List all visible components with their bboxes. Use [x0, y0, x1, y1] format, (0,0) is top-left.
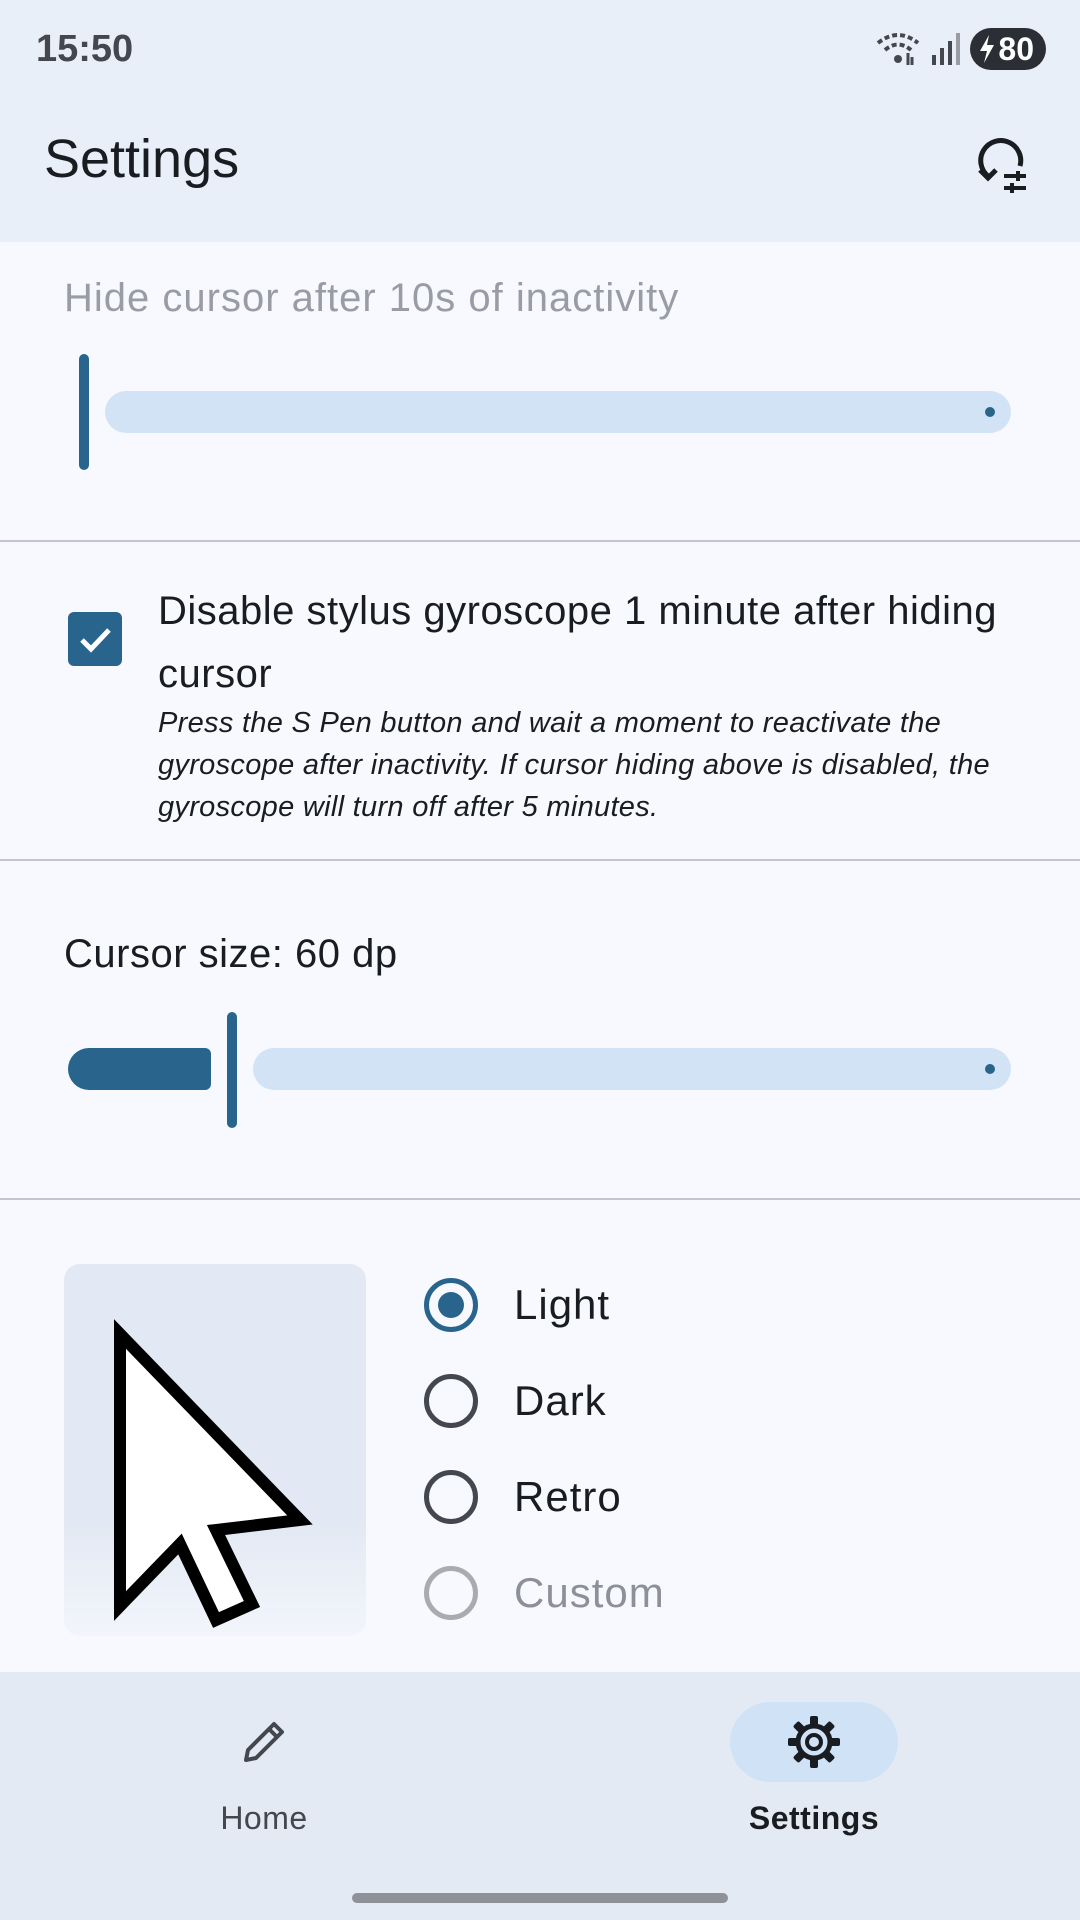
radio-option-light[interactable]: Light [424, 1270, 610, 1340]
divider [0, 540, 1080, 542]
radio-option-custom: Custom [424, 1558, 665, 1628]
radio-button[interactable] [424, 1470, 478, 1524]
hide-cursor-label: Hide cursor after 10s of inactivity [64, 276, 680, 320]
divider [0, 859, 1080, 861]
nav-item-home[interactable]: Home [114, 1702, 414, 1837]
cursor-size-label: Cursor size: 60 dp [64, 932, 398, 976]
signal-icon [932, 33, 961, 65]
slider-track [253, 1048, 1011, 1090]
slider-active-track [68, 1048, 211, 1090]
gyroscope-checkbox[interactable] [68, 612, 122, 666]
battery-indicator: 80 [970, 28, 1046, 70]
status-time: 15:50 [36, 28, 134, 70]
reset-settings-button[interactable] [968, 132, 1040, 204]
nav-item-settings[interactable]: Settings [664, 1702, 964, 1837]
radio-button[interactable] [424, 1374, 478, 1428]
status-icons: 80 [876, 28, 1046, 70]
radio-button [424, 1566, 478, 1620]
settings-content[interactable]: Hide cursor after 10s of inactivity Disa… [0, 242, 1080, 1672]
charging-bolt-icon [980, 35, 995, 63]
nav-indicator [730, 1702, 898, 1782]
gyroscope-description: Press the S Pen button and wait a moment… [158, 707, 990, 823]
slider-stop-indicator [985, 407, 995, 417]
hide-cursor-slider[interactable] [64, 352, 1014, 472]
bottom-navigation: Home Settings [0, 1672, 1080, 1920]
top-app-bar: Settings [0, 100, 1080, 242]
radio-button[interactable] [424, 1278, 478, 1332]
reset-settings-icon [978, 138, 1026, 193]
nav-label: Home [220, 1800, 308, 1836]
check-icon [80, 628, 111, 653]
slider-thumb[interactable] [79, 354, 89, 470]
radio-label: Light [514, 1281, 611, 1328]
radio-option-dark[interactable]: Dark [424, 1366, 607, 1436]
battery-level: 80 [998, 30, 1034, 67]
slider-thumb[interactable] [227, 1012, 237, 1128]
gear-icon [788, 1716, 840, 1768]
status-bar: 15:50 80 [0, 0, 1080, 100]
slider-stop-indicator [985, 1064, 995, 1074]
nav-label: Settings [748, 1800, 880, 1836]
slider-track [105, 391, 1011, 433]
radio-label: Dark [514, 1377, 607, 1424]
gyroscope-title[interactable]: Disable stylus gyroscope 1 minute after … [158, 580, 1038, 706]
nav-indicator [180, 1702, 348, 1782]
cursor-preview [64, 1264, 366, 1636]
radio-label: Retro [514, 1473, 622, 1520]
wifi-icon [877, 33, 920, 65]
pencil-icon [244, 1722, 284, 1762]
cursor-arrow-icon [114, 1319, 313, 1628]
radio-label: Custom [514, 1569, 665, 1616]
page-title: Settings [44, 129, 240, 189]
cursor-size-slider[interactable] [64, 1012, 1014, 1132]
gesture-home-indicator[interactable] [352, 1893, 728, 1903]
divider [0, 1198, 1080, 1200]
radio-option-retro[interactable]: Retro [424, 1462, 622, 1532]
